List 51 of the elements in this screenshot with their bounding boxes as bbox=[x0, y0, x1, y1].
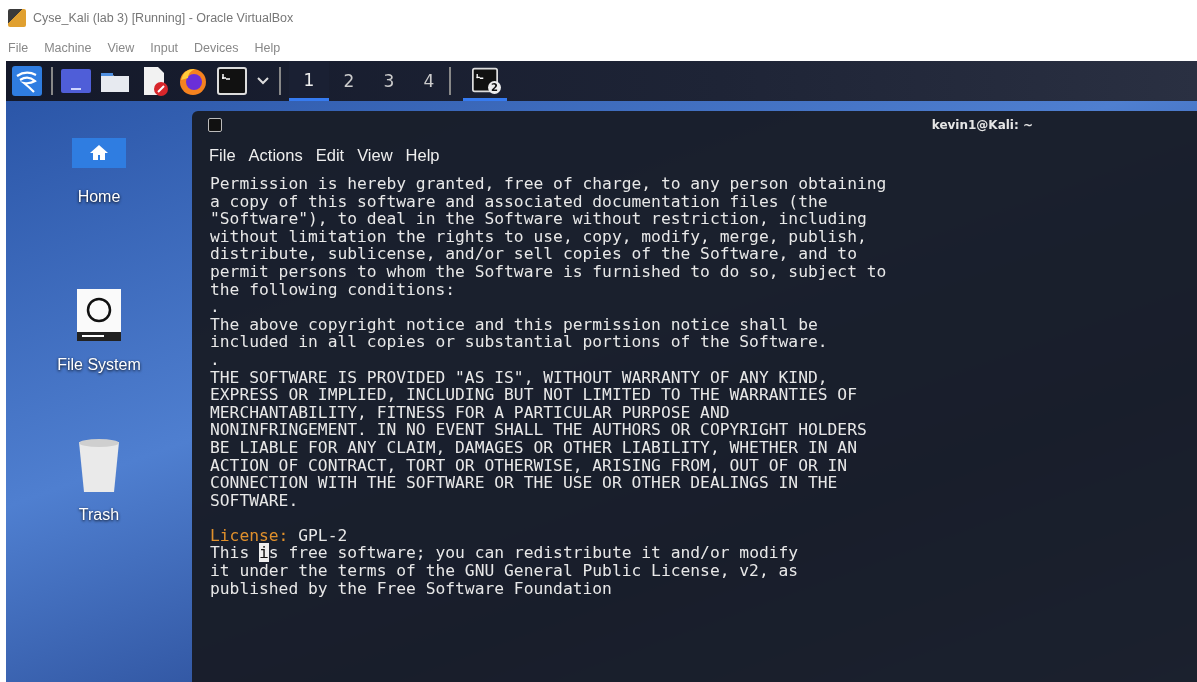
terminal-line: included in all copies or substantial portions of the Software. bbox=[210, 333, 829, 351]
terminal-line: MERCHANTABILITY, FITNESS FOR A PARTICULAR PURPOSE AND bbox=[210, 403, 731, 422]
terminal-line: . bbox=[210, 298, 221, 316]
terminal-line: This is free software; you can redistribute it and/or modify bbox=[210, 544, 800, 563]
license-line: License: GPL-2 bbox=[210, 526, 349, 545]
menu-item[interactable]: Edit bbox=[315, 145, 345, 165]
terminal-icon[interactable] bbox=[217, 66, 247, 96]
terminal-line: SOFTWARE. bbox=[210, 491, 300, 510]
terminal-line: NONINFRINGEMENT. IN NO EVENT SHALL THE AUTHORS OR COPYRIGHT HOLDERS bbox=[210, 421, 868, 439]
terminal-line: without limitation the rights to use, copy, modify, merge, publish, bbox=[210, 227, 868, 246]
workspace-tab[interactable]: 4 bbox=[409, 61, 449, 101]
menu-item[interactable]: Devices bbox=[194, 41, 239, 55]
terminal-line: it under the terms of the GNU General Public License, v2, as bbox=[210, 562, 800, 580]
menu-item[interactable]: View bbox=[357, 145, 393, 165]
terminal-icon bbox=[208, 118, 222, 132]
window-icon[interactable] bbox=[61, 66, 91, 96]
count-badge: 2 bbox=[488, 81, 501, 94]
terminal-line: The above copyright notice and this permission notice shall be bbox=[210, 315, 819, 334]
terminal-line: a copy of this software and associated documentation files (the bbox=[210, 192, 828, 211]
menu-item[interactable]: Input bbox=[150, 41, 179, 55]
terminal-line: distribute, sublicense, and/or sell copies of the Software, and to bbox=[210, 245, 857, 263]
terminal-line: EXPRESS OR IMPLIED, INCLUDING BUT NOT LIMITED TO THE WARRANTIES OF bbox=[210, 386, 858, 404]
workspace-tab[interactable]: 3 bbox=[369, 61, 409, 101]
menu-item[interactable]: Help bbox=[254, 41, 281, 55]
terminal-line: . bbox=[210, 350, 221, 369]
menu-item[interactable]: Machine bbox=[44, 41, 92, 55]
workspace-tab[interactable]: 2 bbox=[329, 61, 369, 101]
terminal-line: the following conditions: bbox=[210, 280, 457, 299]
terminal-title: kevin1@Kali: ~ bbox=[931, 118, 1033, 132]
window-title: Cyse_Kali (lab 3) [Running] - Oracle VirtualBox bbox=[33, 10, 294, 25]
icon-label[interactable]: Home bbox=[77, 188, 121, 206]
terminal-line: published by the Free Software Foundation bbox=[210, 579, 613, 598]
menu-item[interactable]: File bbox=[8, 41, 29, 55]
icon-label[interactable]: Trash bbox=[78, 506, 120, 524]
terminal-line: CONNECTION WITH THE SOFTWARE OR THE USE OR OTHER DEALINGS IN THE bbox=[210, 474, 839, 492]
terminal-icon bbox=[472, 66, 498, 93]
menu-item[interactable]: Help bbox=[405, 145, 440, 165]
menu-item[interactable]: File bbox=[209, 145, 236, 165]
terminal-line: permit persons to whom the Software is furnished to do so, subject to bbox=[210, 262, 888, 281]
terminal-line: THE SOFTWARE IS PROVIDED "AS IS", WITHOUT WARRANTY OF ANY KIND, bbox=[210, 368, 829, 387]
workspace-tab[interactable]: 1 bbox=[289, 61, 329, 101]
firefox-icon[interactable] bbox=[178, 66, 208, 96]
menu-item[interactable]: Actions bbox=[248, 145, 303, 165]
icon-label[interactable]: File System bbox=[57, 356, 141, 374]
menu-item[interactable]: View bbox=[107, 41, 135, 55]
terminal-line: ACTION OF CONTRACT, TORT OR OTHERWISE, ARISING FROM, OUT OF OR IN bbox=[210, 456, 849, 475]
terminal-line: "Software"), to deal in the Software without restriction, including bbox=[210, 210, 868, 228]
app-icon bbox=[8, 8, 26, 27]
terminal-line: BE LIABLE FOR ANY CLAIM, DAMAGES OR OTHER LIABILITY, WHETHER IN AN bbox=[210, 438, 858, 457]
terminal-line: Permission is hereby granted, free of charge, to any person obtaining bbox=[210, 175, 888, 193]
chevron-down-icon[interactable] bbox=[256, 76, 270, 86]
